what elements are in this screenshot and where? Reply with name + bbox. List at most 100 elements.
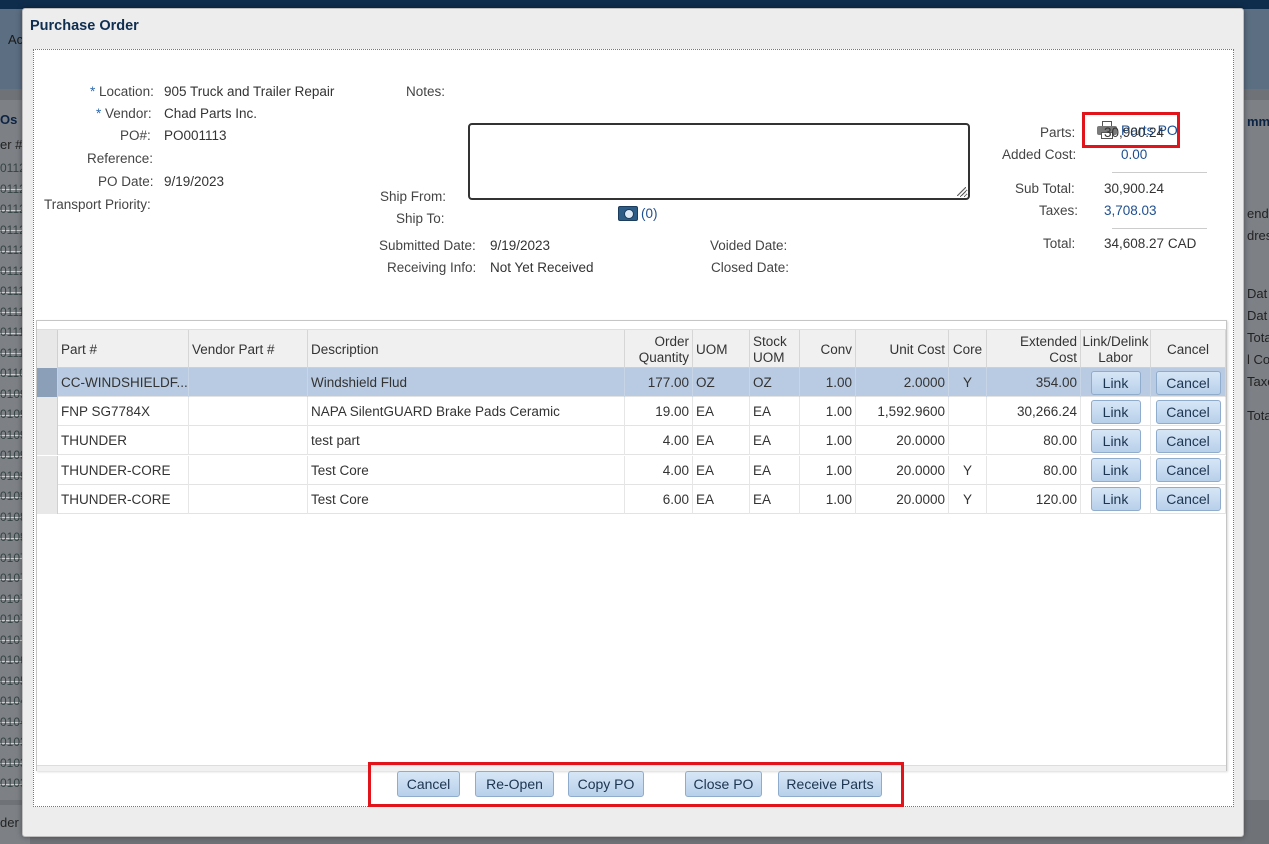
added-cost-link[interactable]: 0.00	[1121, 147, 1147, 162]
link-labor-button[interactable]: Link	[1090, 487, 1141, 512]
cell-vendor-part	[189, 455, 308, 485]
submitted-date-value: 9/19/2023	[490, 238, 551, 253]
summary-divider	[1112, 228, 1207, 229]
column-header-core[interactable]: Core	[949, 330, 987, 369]
required-marker: *	[90, 84, 96, 99]
attachments-count: (0)	[641, 206, 658, 221]
cell-uom: EA	[693, 426, 750, 456]
receive-parts-button[interactable]: Receive Parts	[778, 771, 882, 797]
closed-date-label: Closed Date:	[711, 260, 790, 275]
cancel-line-button[interactable]: Cancel	[1155, 458, 1221, 483]
column-header-extended-cost[interactable]: Extended Cost	[987, 330, 1081, 369]
row-selector[interactable]	[37, 484, 58, 514]
cancel-po-button[interactable]: Cancel	[397, 771, 460, 797]
link-labor-button[interactable]: Link	[1090, 458, 1141, 483]
cell-description: NAPA SilentGUARD Brake Pads Ceramic	[308, 397, 625, 427]
po-date-value: 9/19/2023	[164, 174, 225, 189]
row-selector[interactable]	[37, 426, 58, 456]
po-lines-grid: Part # Vendor Part # Description Order Quan…	[36, 320, 1227, 771]
column-header-conv[interactable]: Conv	[800, 330, 856, 369]
column-header-order-quantity[interactable]: Order Quantity	[625, 330, 693, 369]
background-po-list: Os er # 0112 0112 0112 0112 0112 0112 0111 0111…	[0, 100, 24, 800]
column-header-link-delink-labor[interactable]: Link/Delink Labor	[1081, 330, 1151, 369]
column-header-uom[interactable]: UOM	[693, 330, 750, 369]
cell-vendor-part	[189, 426, 308, 456]
cell-uom: OZ	[693, 368, 750, 397]
location-label-text: Location:	[99, 84, 154, 99]
cell-description: Test Core	[308, 484, 625, 514]
cell-uom: EA	[693, 484, 750, 514]
background-summary-panel: mma endo dres Dat Dat Tota l Cos Taxe Tota	[1243, 100, 1269, 800]
cell-description: test part	[308, 426, 625, 456]
background-summary-item: Dat	[1247, 286, 1268, 301]
cell-cancel: Cancel	[1151, 426, 1226, 456]
cell-extended: 30,266.24	[987, 397, 1081, 427]
summary-divider	[1112, 172, 1207, 173]
cell-vendor-part	[189, 484, 308, 514]
location-value: 905 Truck and Trailer Repair	[164, 84, 335, 99]
po-number-label: PO#:	[120, 128, 151, 143]
cell-part: FNP SG7784X	[58, 397, 189, 427]
column-header-description[interactable]: Description	[308, 330, 625, 369]
row-selector[interactable]	[37, 368, 58, 397]
column-header-stock-uom[interactable]: Stock UOM	[750, 330, 800, 369]
link-labor-button[interactable]: Link	[1090, 428, 1141, 453]
cell-part: CC-WINDSHIELDF...	[58, 368, 189, 397]
background-summary-item: mma	[1247, 114, 1269, 129]
cell-extended: 354.00	[987, 368, 1081, 397]
cell-unit-cost: 20.0000	[856, 455, 949, 485]
cell-part: THUNDER-CORE	[58, 484, 189, 514]
column-header-part[interactable]: Part #	[58, 330, 189, 369]
cell-vendor-part	[189, 368, 308, 397]
table-row[interactable]: CC-WINDSHIELDF... Windshield Flud 177.00 OZ…	[37, 368, 1226, 397]
cell-core	[949, 397, 987, 427]
table-row[interactable]: THUNDER-CORE Test Core 4.00 EA EA 1.00 20.0000…	[37, 455, 1226, 485]
link-labor-button[interactable]: Link	[1090, 399, 1141, 424]
camera-icon	[618, 206, 638, 221]
cancel-line-button[interactable]: Cancel	[1155, 487, 1221, 512]
row-selector[interactable]	[37, 455, 58, 485]
copy-po-button[interactable]: Copy PO	[568, 771, 644, 797]
cell-link: Link	[1081, 455, 1151, 485]
taxes-link[interactable]: 3,708.03	[1104, 203, 1157, 218]
link-labor-button[interactable]: Link	[1090, 370, 1141, 395]
cancel-line-button[interactable]: Cancel	[1155, 370, 1221, 395]
cell-link: Link	[1081, 368, 1151, 397]
resize-grip-icon[interactable]	[957, 187, 966, 196]
cell-extended: 80.00	[987, 426, 1081, 456]
cell-link: Link	[1081, 426, 1151, 456]
table-row[interactable]: FNP SG7784X NAPA SilentGUARD Brake Pads C…	[37, 397, 1226, 427]
table-row[interactable]: THUNDER test part 4.00 EA EA 1.00 20.0000 80.00…	[37, 426, 1226, 456]
attachments-link[interactable]: (0)	[618, 206, 658, 221]
cancel-line-button[interactable]: Cancel	[1155, 399, 1221, 424]
sub-total-label: Sub Total:	[1015, 181, 1075, 196]
notes-textarea[interactable]	[468, 123, 970, 200]
cell-description: Test Core	[308, 455, 625, 485]
required-marker: *	[96, 106, 102, 121]
cell-core: Y	[949, 484, 987, 514]
cell-stock-uom: EA	[750, 397, 800, 427]
cell-cancel: Cancel	[1151, 368, 1226, 397]
column-header-vendor-part[interactable]: Vendor Part #	[189, 330, 308, 369]
background-summary-item: Taxe	[1247, 374, 1269, 389]
background-summary-item: Tota	[1247, 330, 1269, 345]
cancel-line-button[interactable]: Cancel	[1155, 428, 1221, 453]
reopen-button[interactable]: Re-Open	[475, 771, 554, 797]
cell-vendor-part	[189, 397, 308, 427]
column-header-cancel[interactable]: Cancel	[1151, 330, 1226, 369]
background-footer-label: der	[0, 815, 19, 830]
cell-conv: 1.00	[800, 455, 856, 485]
cell-cancel: Cancel	[1151, 484, 1226, 514]
table-row[interactable]: THUNDER-CORE Test Core 6.00 EA EA 1.00 20.0000…	[37, 484, 1226, 514]
vendor-label: * Vendor:	[96, 106, 152, 121]
cell-uom: EA	[693, 455, 750, 485]
total-amount: 34,608.27	[1104, 236, 1165, 251]
cell-conv: 1.00	[800, 484, 856, 514]
column-header-unit-cost[interactable]: Unit Cost	[856, 330, 949, 369]
cell-stock-uom: EA	[750, 455, 800, 485]
row-selector[interactable]	[37, 397, 58, 427]
receiving-info-value: Not Yet Received	[490, 260, 594, 275]
po-number-value: PO001113	[164, 128, 227, 143]
close-po-button[interactable]: Close PO	[685, 771, 762, 797]
cell-qty: 19.00	[625, 397, 693, 427]
